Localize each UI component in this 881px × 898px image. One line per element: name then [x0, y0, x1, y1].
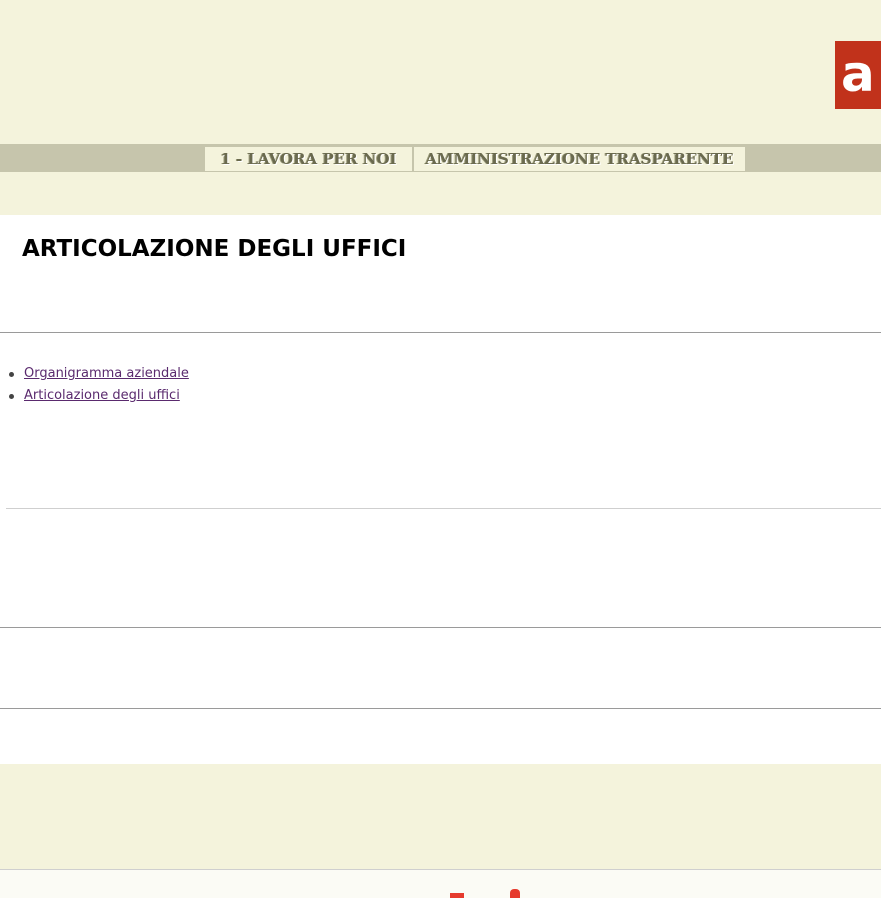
divider — [0, 332, 881, 333]
divider — [0, 627, 881, 628]
header-band — [0, 0, 881, 215]
footer-band — [0, 764, 881, 869]
footer-strip — [0, 870, 881, 898]
bullet-icon — [9, 372, 14, 377]
nav-item-amministrazione-trasparente[interactable]: AMMINISTRAZIONE TRASPARENTE — [414, 147, 745, 171]
link-list: Organigramma aziendale Articolazione deg… — [6, 363, 189, 407]
page-title: ARTICOLAZIONE DEGLI UFFICI — [22, 236, 407, 262]
logo-letter: a — [841, 45, 875, 103]
logo-fragment-shape — [450, 893, 464, 898]
link-articolazione-degli-uffici[interactable]: Articolazione degli uffici — [24, 388, 180, 403]
link-organigramma-aziendale[interactable]: Organigramma aziendale — [24, 366, 189, 381]
divider — [0, 708, 881, 709]
divider — [6, 508, 881, 509]
bullet-icon — [9, 394, 14, 399]
footer-logo-fragment — [450, 889, 530, 898]
logo-fragment-shape — [510, 889, 520, 898]
list-item: Articolazione degli uffici — [6, 385, 189, 407]
site-logo[interactable]: a — [835, 41, 881, 109]
nav-item-lavora-per-noi[interactable]: 1 - LAVORA PER NOI — [205, 147, 412, 171]
list-item: Organigramma aziendale — [6, 363, 189, 385]
